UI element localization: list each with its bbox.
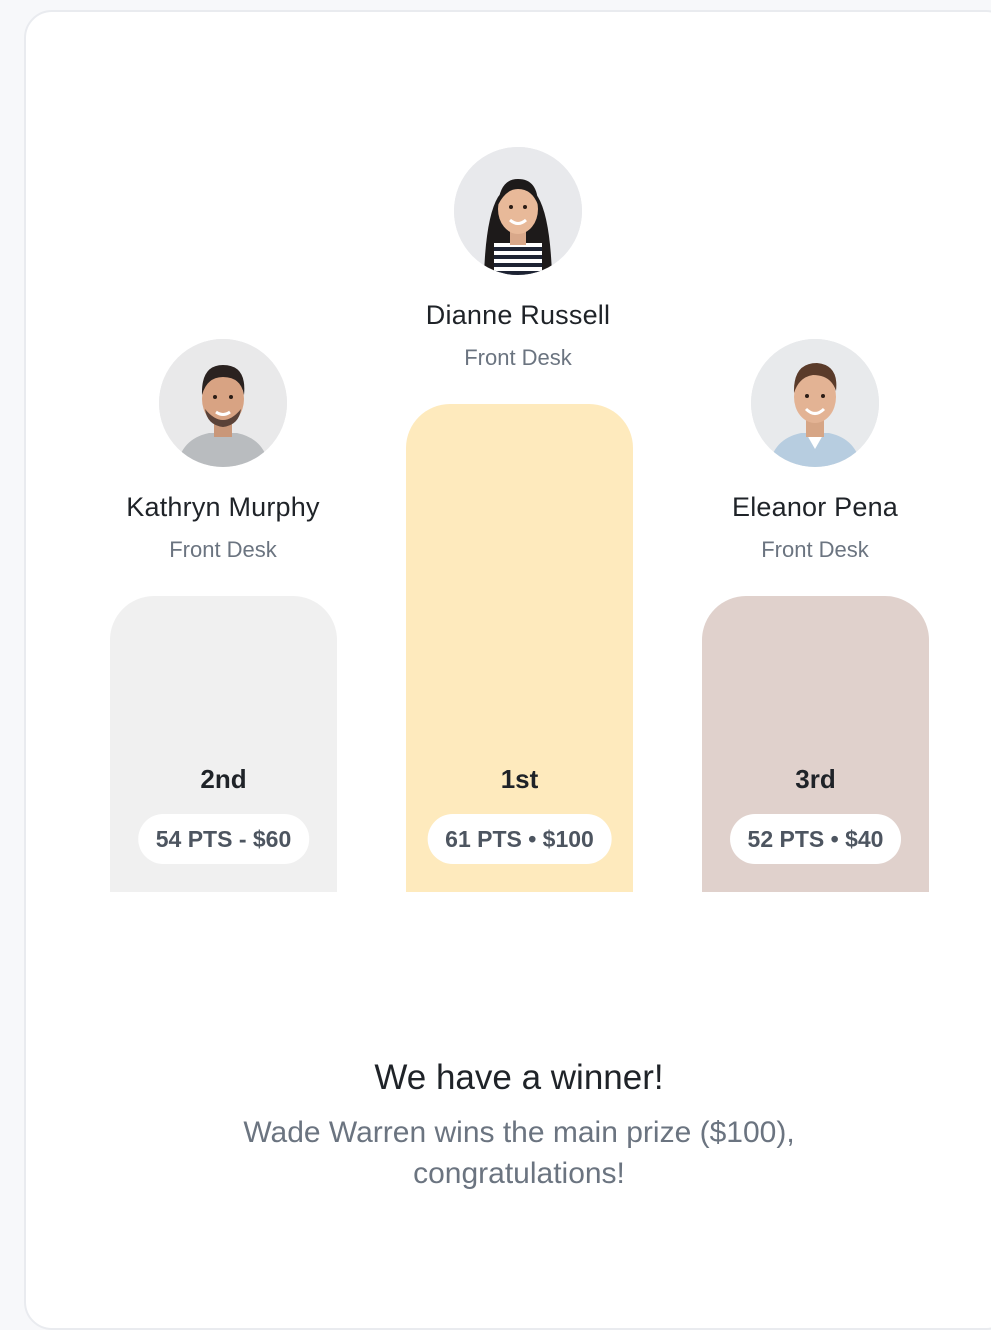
third-place-name: Eleanor Pena	[731, 492, 899, 522]
first-place-name: Dianne Russell	[425, 300, 611, 330]
podium-third: 3rd 52 PTS • $40	[702, 596, 929, 892]
score-prize-badge-second: 54 PTS - $60	[137, 814, 310, 864]
second-place-name: Kathryn Murphy	[126, 492, 320, 522]
podium-second: 2nd 54 PTS - $60	[110, 596, 337, 892]
podium-first: 1st 61 PTS • $100	[406, 404, 633, 892]
avatar-second-place	[159, 339, 287, 467]
first-place-role: Front Desk	[464, 345, 572, 370]
winner-message: Wade Warren wins the main prize ($100), …	[2, 1112, 991, 1194]
rank-label-third: 3rd	[795, 764, 836, 794]
man-portrait-icon	[159, 339, 287, 467]
rank-label-second: 2nd	[200, 764, 247, 794]
second-place-role: Front Desk	[169, 537, 277, 562]
rank-label-first: 1st	[500, 764, 539, 794]
score-prize-badge-first: 61 PTS • $100	[427, 814, 612, 864]
winner-message-line-1: Wade Warren wins the main prize ($100),	[243, 1116, 795, 1149]
man-portrait-icon	[751, 339, 879, 467]
winner-headline: We have a winner!	[374, 1058, 664, 1097]
avatar-third-place	[751, 339, 879, 467]
avatar-first-place	[454, 147, 582, 275]
score-prize-badge-third: 52 PTS • $40	[729, 814, 902, 864]
winner-message-line-2: congratulations!	[413, 1157, 625, 1190]
third-place-role: Front Desk	[761, 537, 869, 562]
leaderboard-card: Dianne Russell Front Desk 1st 61 PTS • $…	[24, 10, 991, 1330]
woman-portrait-icon	[454, 147, 582, 275]
